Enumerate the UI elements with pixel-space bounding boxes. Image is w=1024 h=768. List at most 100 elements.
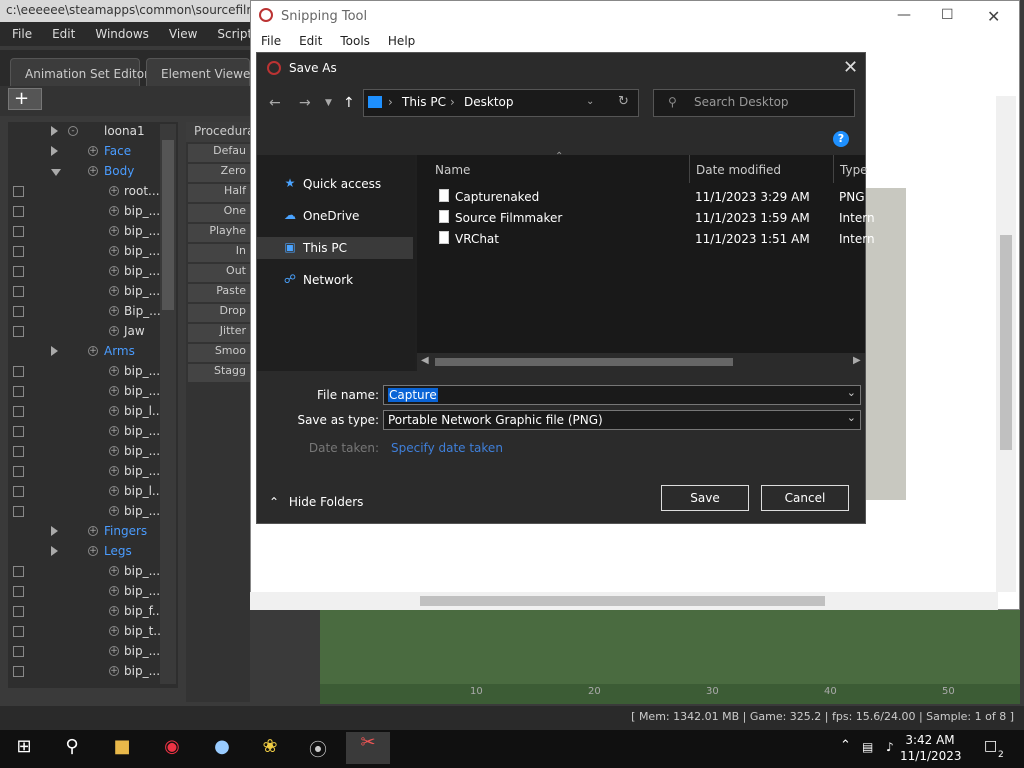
tree-scrollbar-thumb[interactable] [162,140,174,310]
tree-row[interactable]: + bip_... [8,382,168,402]
chevron-up-icon[interactable]: ⌃ [840,738,851,753]
tree-checkbox[interactable] [13,586,24,597]
tree-checkbox[interactable] [13,326,24,337]
tree-checkbox[interactable] [13,366,24,377]
expand-icon[interactable]: + [109,646,119,656]
tree-row[interactable]: + bip_... [8,262,168,282]
close-icon[interactable]: ✕ [987,7,1000,26]
up-icon[interactable]: ↑ [343,95,355,111]
app-icon[interactable]: ❀ [256,736,284,762]
column-date-modified[interactable]: Date modified [696,163,781,177]
sfm-menu-windows[interactable]: Windows [83,27,157,41]
tree-row[interactable]: + Body [8,162,168,182]
tree-row[interactable]: + bip_... [8,202,168,222]
tree-row[interactable]: + bip_... [8,282,168,302]
tree-checkbox[interactable] [13,506,24,517]
column-divider[interactable] [689,155,690,183]
taskbar-clock[interactable]: 3:42 AM 11/1/2023 [900,732,962,766]
tree-checkbox[interactable] [13,266,24,277]
procedural-button[interactable]: Paste [188,284,250,302]
tree-checkbox[interactable] [13,206,24,217]
tree-checkbox[interactable] [13,486,24,497]
forward-icon[interactable]: → [299,95,311,111]
tree-row[interactable]: + Face [8,142,168,162]
tree-row[interactable]: + bip_... [8,222,168,242]
recent-dropdown-icon[interactable]: ▼ [325,98,332,108]
notification-icon[interactable]: □ [984,738,997,754]
nav-onedrive[interactable]: ☁ OneDrive [257,205,413,227]
tree-row[interactable]: + bip_... [8,562,168,582]
breadcrumb-this-pc[interactable]: This PC [402,95,446,109]
procedural-button[interactable]: Zero [188,164,250,182]
procedural-button[interactable]: Playhe [188,224,250,242]
procedural-button[interactable]: Stagg [188,364,250,382]
file-row[interactable]: Capturenaked 11/1/2023 3:29 AM PNG [429,187,865,207]
file-list-scrollbar-thumb[interactable] [435,358,733,366]
procedural-button[interactable]: In [188,244,250,262]
nav-network[interactable]: ☍ Network [257,269,413,291]
tree-row[interactable]: + Legs [8,542,168,562]
sfm-icon[interactable]: ⦿ [304,736,332,762]
tree-row[interactable]: + bip_f... [8,602,168,622]
tree-row[interactable]: - loona1 [8,122,168,142]
tree-row[interactable]: + bip_... [8,462,168,482]
tree-row[interactable]: + bip_... [8,442,168,462]
tree-arrow-icon[interactable] [51,169,61,176]
procedural-button[interactable]: Smoo [188,344,250,362]
file-row[interactable]: Source Filmmaker 11/1/2023 1:59 AM Intern [429,208,875,228]
procedural-button[interactable]: Half [188,184,250,202]
windows-start-icon[interactable]: ⊞ [10,736,38,762]
cancel-button[interactable]: Cancel [761,485,849,511]
column-name[interactable]: Name [435,163,470,177]
procedural-button[interactable]: Drop [188,304,250,322]
expand-icon[interactable]: + [88,346,98,356]
tree-arrow-icon[interactable] [51,546,58,556]
expand-icon[interactable]: + [109,206,119,216]
tree-checkbox[interactable] [13,666,24,677]
expand-icon[interactable]: + [88,546,98,556]
tree-arrow-icon[interactable] [51,526,58,536]
snip-menu-edit[interactable]: Edit [289,31,330,53]
expand-icon[interactable]: + [109,566,119,576]
tree-checkbox[interactable] [13,186,24,197]
file-name-input[interactable]: Capture ⌄ [383,385,861,405]
expand-icon[interactable]: + [109,506,119,516]
tree-checkbox[interactable] [13,386,24,397]
tree-checkbox[interactable] [13,406,24,417]
tree-checkbox[interactable] [13,306,24,317]
add-button[interactable]: + [8,88,42,110]
sfm-menu-edit[interactable]: Edit [40,27,83,41]
snip-menu-help[interactable]: Help [378,31,423,53]
tree-row[interactable]: + bip_t... [8,622,168,642]
expand-icon[interactable]: + [109,226,119,236]
scroll-left-icon[interactable]: ◀ [421,355,429,366]
expand-icon[interactable]: + [109,186,119,196]
tree-row[interactable]: + Arms [8,342,168,362]
tree-checkbox[interactable] [13,226,24,237]
tree-arrow-icon[interactable] [51,126,58,136]
snipping-tool-taskbar-icon[interactable]: ✂ [346,732,390,764]
file-row[interactable]: VRChat 11/1/2023 1:51 AM Intern [429,229,875,249]
expand-icon[interactable]: + [109,426,119,436]
expand-icon[interactable]: + [109,246,119,256]
save-button[interactable]: Save [661,485,749,511]
tree-checkbox[interactable] [13,246,24,257]
tree-checkbox[interactable] [13,566,24,577]
sfm-menu-file[interactable]: File [0,27,40,41]
column-type[interactable]: Type [840,163,868,177]
nav-quick-access[interactable]: ★ Quick access [257,173,413,195]
volume-muted-icon[interactable]: ♪ [886,740,894,754]
expand-icon[interactable]: + [109,386,119,396]
tree-row[interactable]: + bip_l... [8,482,168,502]
expand-icon[interactable]: + [109,606,119,616]
breadcrumb-desktop[interactable]: Desktop [464,95,514,109]
tab-animation-set-editor[interactable]: Animation Set Editor [10,58,149,86]
expand-icon[interactable]: + [109,406,119,416]
expand-icon[interactable]: + [88,166,98,176]
dialog-close-icon[interactable]: ✕ [843,57,858,78]
expand-icon[interactable]: + [109,626,119,636]
tree-row[interactable]: + bip_... [8,242,168,262]
tree-row[interactable]: + root... [8,182,168,202]
expand-icon[interactable]: + [109,286,119,296]
expand-icon[interactable]: + [109,326,119,336]
